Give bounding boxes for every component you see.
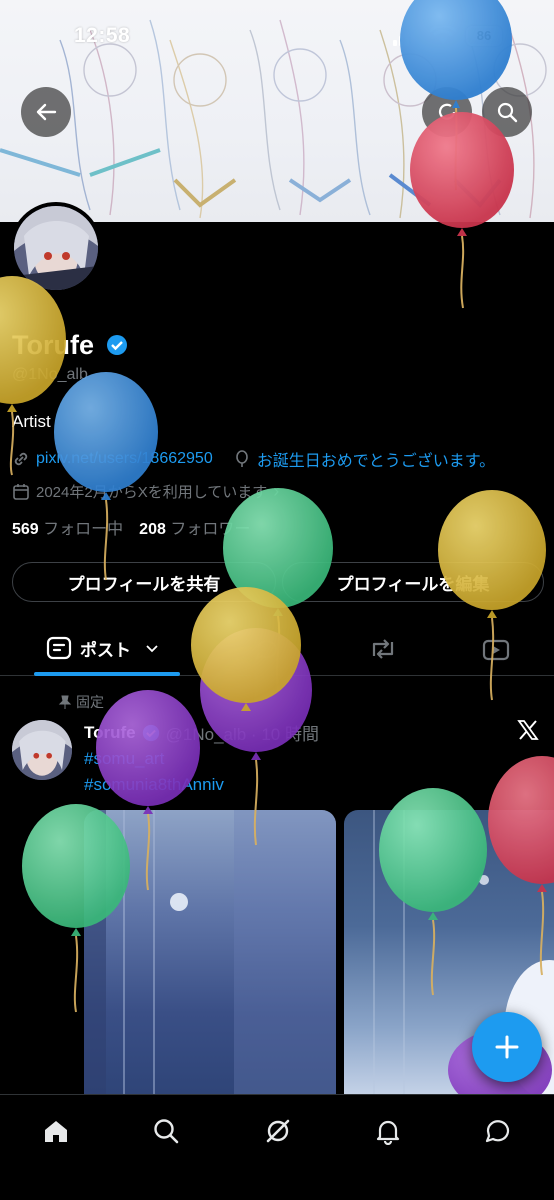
plus-icon bbox=[495, 1035, 519, 1059]
status-time: 12:58 bbox=[74, 24, 131, 47]
avatar-illustration bbox=[14, 206, 98, 290]
compose-post-button[interactable] bbox=[472, 1012, 542, 1082]
refresh-icon bbox=[438, 103, 456, 120]
profile-handle: @1No_alb bbox=[12, 366, 88, 383]
joined-date-text: 2024年2月からXを利用しています bbox=[36, 484, 268, 501]
balloon-icon bbox=[235, 450, 248, 467]
edit-profile-button[interactable]: プロフィールを編集 bbox=[282, 562, 544, 602]
profile-name-text: Torufe bbox=[12, 330, 94, 360]
refresh-button[interactable] bbox=[422, 87, 472, 137]
posts-tab-icon bbox=[46, 636, 72, 660]
following-label: フォロー中 bbox=[43, 521, 124, 538]
pin-icon bbox=[58, 695, 72, 709]
profile-avatar[interactable] bbox=[10, 202, 102, 294]
profile-bio: Artist bbox=[12, 412, 51, 431]
following-stat[interactable]: 569 フォロー中 bbox=[12, 515, 123, 539]
profile-info-line: pixiv.net/users/18662950 お誕生日おめでとうございます。 bbox=[12, 447, 552, 471]
media-tab-icon[interactable] bbox=[482, 636, 510, 662]
post-author-avatar[interactable] bbox=[12, 720, 72, 780]
followers-label: フォロワー bbox=[170, 521, 251, 538]
back-button[interactable] bbox=[21, 87, 71, 137]
search-icon bbox=[497, 102, 518, 123]
nav-messages[interactable] bbox=[478, 1111, 518, 1151]
active-tab-indicator bbox=[34, 672, 180, 676]
post-hashtag[interactable]: #somunia8thAnniv bbox=[84, 775, 224, 795]
grok-icon bbox=[266, 1119, 290, 1143]
verified-badge-icon bbox=[106, 335, 127, 355]
messages-icon bbox=[485, 1120, 510, 1143]
replies-tab-icon[interactable] bbox=[254, 636, 280, 662]
pinned-label: 固定 bbox=[76, 694, 104, 710]
followers-count: 208 bbox=[139, 521, 166, 538]
followers-stat[interactable]: 208 フォロワー bbox=[139, 515, 250, 539]
nav-notifications[interactable] bbox=[368, 1111, 408, 1151]
calendar-icon bbox=[13, 483, 29, 500]
website-link[interactable]: pixiv.net/users/18662950 bbox=[36, 450, 213, 468]
tab-posts[interactable]: ポスト bbox=[30, 620, 180, 676]
post-hashtag[interactable]: #somu_art bbox=[84, 749, 164, 769]
bottom-navigation bbox=[0, 1094, 554, 1200]
media-image-art bbox=[84, 810, 336, 1100]
pinned-indicator: 固定 bbox=[58, 692, 104, 712]
follow-stats: 569 フォロー中 208 フォロワー bbox=[12, 515, 250, 539]
post-header: Torufe @1No_alb · 10 時間 bbox=[84, 720, 319, 745]
link-icon bbox=[14, 452, 28, 466]
x-logo-icon bbox=[517, 720, 539, 740]
nav-search[interactable] bbox=[146, 1111, 186, 1151]
wifi-icon bbox=[430, 26, 456, 44]
post-author-name[interactable]: Torufe bbox=[84, 723, 136, 743]
chevron-down-icon bbox=[146, 645, 158, 653]
battery-indicator: 86 bbox=[466, 26, 502, 46]
following-count: 569 bbox=[12, 521, 39, 538]
nav-home[interactable] bbox=[36, 1111, 76, 1151]
joined-date: 2024年2月からXを利用しています › bbox=[12, 481, 279, 502]
tab-posts-label: ポスト bbox=[80, 640, 131, 660]
balloon bbox=[54, 372, 158, 581]
share-profile-button[interactable]: プロフィールを共有 bbox=[12, 562, 276, 602]
post-media-image[interactable] bbox=[84, 810, 336, 1100]
search-button[interactable] bbox=[482, 87, 532, 137]
post-avatar-illustration bbox=[12, 720, 72, 780]
search-icon bbox=[154, 1119, 179, 1144]
arrow-left-icon bbox=[36, 103, 57, 121]
nav-grok[interactable] bbox=[258, 1111, 298, 1151]
post-meta: @1No_alb · 10 時間 bbox=[165, 725, 319, 744]
profile-tabs: ポスト bbox=[0, 620, 554, 676]
reposts-tab-icon[interactable] bbox=[368, 636, 398, 662]
bell-icon bbox=[376, 1120, 400, 1145]
cellular-signal-icon bbox=[393, 28, 415, 46]
profile-name: Torufe bbox=[12, 330, 128, 361]
chevron-right-icon: › bbox=[273, 481, 280, 501]
verified-badge-icon bbox=[142, 724, 159, 741]
home-icon bbox=[45, 1121, 67, 1142]
birthday-text: お誕生日おめでとうございます。 bbox=[256, 453, 496, 470]
